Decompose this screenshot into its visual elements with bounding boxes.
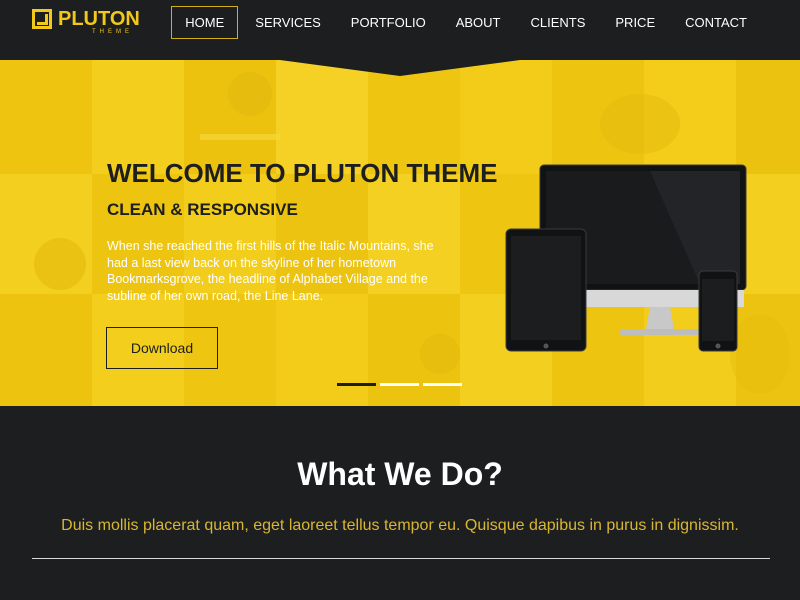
logo-tagline: THEME xyxy=(92,29,133,35)
what-we-do-section: What We Do? Duis mollis placerat quam, e… xyxy=(0,406,800,600)
main-menu: HOME SERVICES PORTFOLIO ABOUT CLIENTS PR… xyxy=(167,6,760,39)
hero-subtitle: CLEAN & RESPONSIVE xyxy=(107,200,298,219)
slide-dot-1[interactable] xyxy=(337,383,376,386)
section-divider xyxy=(32,558,770,559)
download-button[interactable]: Download xyxy=(106,327,218,369)
nav-item-home[interactable]: HOME xyxy=(171,6,239,39)
hero-slider: WELCOME TO PLUTON THEME CLEAN & RESPONSI… xyxy=(0,54,800,406)
nav-item-contact[interactable]: CONTACT xyxy=(672,6,760,39)
nav-item-services[interactable]: SERVICES xyxy=(242,6,334,39)
section-title: What We Do? xyxy=(297,456,503,492)
nav-notch-divider xyxy=(0,54,800,76)
hero-text: When she reached the first hills of the … xyxy=(107,239,434,303)
nav-item-clients[interactable]: CLIENTS xyxy=(517,6,598,39)
slide-dot-3[interactable] xyxy=(423,383,462,386)
logo-name: PLUTON xyxy=(58,8,140,30)
nav-item-portfolio[interactable]: PORTFOLIO xyxy=(338,6,439,39)
logo-icon xyxy=(32,9,52,29)
slide-dot-2[interactable] xyxy=(380,383,419,386)
section-lead: Duis mollis placerat quam, eget laoreet … xyxy=(61,517,739,534)
devices-illustration-icon xyxy=(505,164,747,352)
slider-pagination xyxy=(337,383,466,386)
hero-title: WELCOME TO PLUTON THEME xyxy=(107,158,498,188)
top-navbar: PLUTON THEME HOME SERVICES PORTFOLIO ABO… xyxy=(0,0,800,54)
nav-item-price[interactable]: PRICE xyxy=(602,6,668,39)
nav-item-about[interactable]: ABOUT xyxy=(443,6,514,39)
